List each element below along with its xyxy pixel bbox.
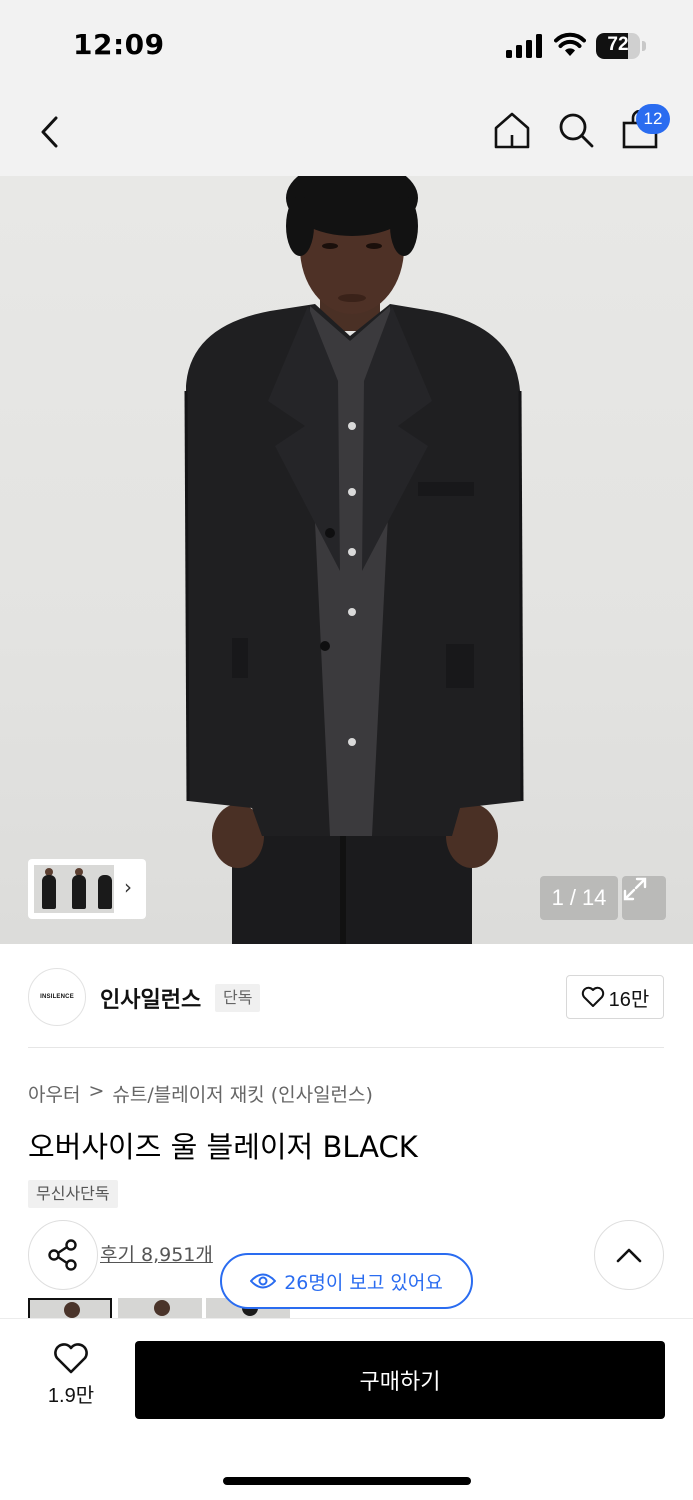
musinsa-exclusive-tag: 무신사단독 [28,1180,118,1208]
product-title: 오버사이즈 울 블레이저 BLACK [28,1130,418,1164]
home-indicator [223,1477,471,1485]
home-button[interactable] [490,108,534,152]
review-thumbnail[interactable] [28,1298,112,1318]
wishlist-button[interactable]: 1.9만 [36,1343,106,1413]
expand-image-button[interactable] [622,876,666,920]
brand-logo[interactable]: INSILENCE [28,968,86,1026]
live-viewers-badge: 26명이 보고 있어요 [220,1253,473,1309]
brand-like-count: 16만 [608,988,650,1011]
brand-exclusive-tag: 단독 [215,984,261,1012]
bottom-purchase-bar: 1.9만 구매하기 [0,1318,693,1500]
chevron-up-icon [616,1248,642,1263]
battery-level: 72 [607,34,629,55]
gallery-thumbnail[interactable] [34,865,64,913]
buy-button[interactable]: 구매하기 [135,1341,665,1419]
gallery-thumbnail[interactable] [94,865,114,913]
back-icon [41,116,58,148]
breadcrumb-category[interactable]: 아우터 [28,1080,80,1107]
model-in-blazer-photo [184,176,524,944]
status-bar: 12:09 72 [0,0,693,88]
review-link[interactable]: 후기 8,951개 [100,1240,213,1267]
home-icon [494,112,530,149]
nav-bar [0,88,693,176]
gallery-thumbnail-strip[interactable]: › [28,859,146,919]
share-icon [48,1239,77,1271]
breadcrumb: 아우터 > 슈트/블레이저 재킷 (인사일런스) [28,1080,373,1107]
wifi-icon [554,32,586,56]
status-time: 12:09 [73,28,165,61]
share-button[interactable] [28,1220,98,1290]
cart-count-badge: 12 [636,104,670,134]
battery-indicator: 72 [596,33,648,59]
live-viewers-text: 26명이 보고 있어요 [284,1271,443,1294]
breadcrumb-separator: > [88,1080,105,1102]
total-pages: 14 [581,885,607,910]
chevron-right-icon[interactable]: › [124,875,132,899]
breadcrumb-subcategory[interactable]: 슈트/블레이저 재킷 (인사일런스) [112,1080,373,1107]
brand-like-button[interactable]: 16만 [566,975,664,1019]
heart-icon [54,1343,88,1374]
page-separator: / [569,885,576,910]
cellular-signal-icon [506,34,542,58]
current-page: 1 [551,885,564,910]
expand-icon [623,877,647,901]
review-thumbnail[interactable] [118,1298,202,1318]
search-button[interactable] [554,108,598,152]
back-button[interactable] [30,110,70,154]
heart-icon [581,986,604,1007]
divider [28,1047,664,1048]
brand-name[interactable]: 인사일런스 [100,982,201,1014]
eye-icon [250,1273,277,1289]
gallery-thumbnail[interactable] [64,865,94,913]
scroll-to-top-button[interactable] [594,1220,664,1290]
wishlist-count: 1.9만 [47,1385,95,1407]
gallery-page-counter: 1/14 [540,876,618,920]
search-icon [559,113,594,148]
product-image[interactable]: › 1/14 [0,176,693,944]
